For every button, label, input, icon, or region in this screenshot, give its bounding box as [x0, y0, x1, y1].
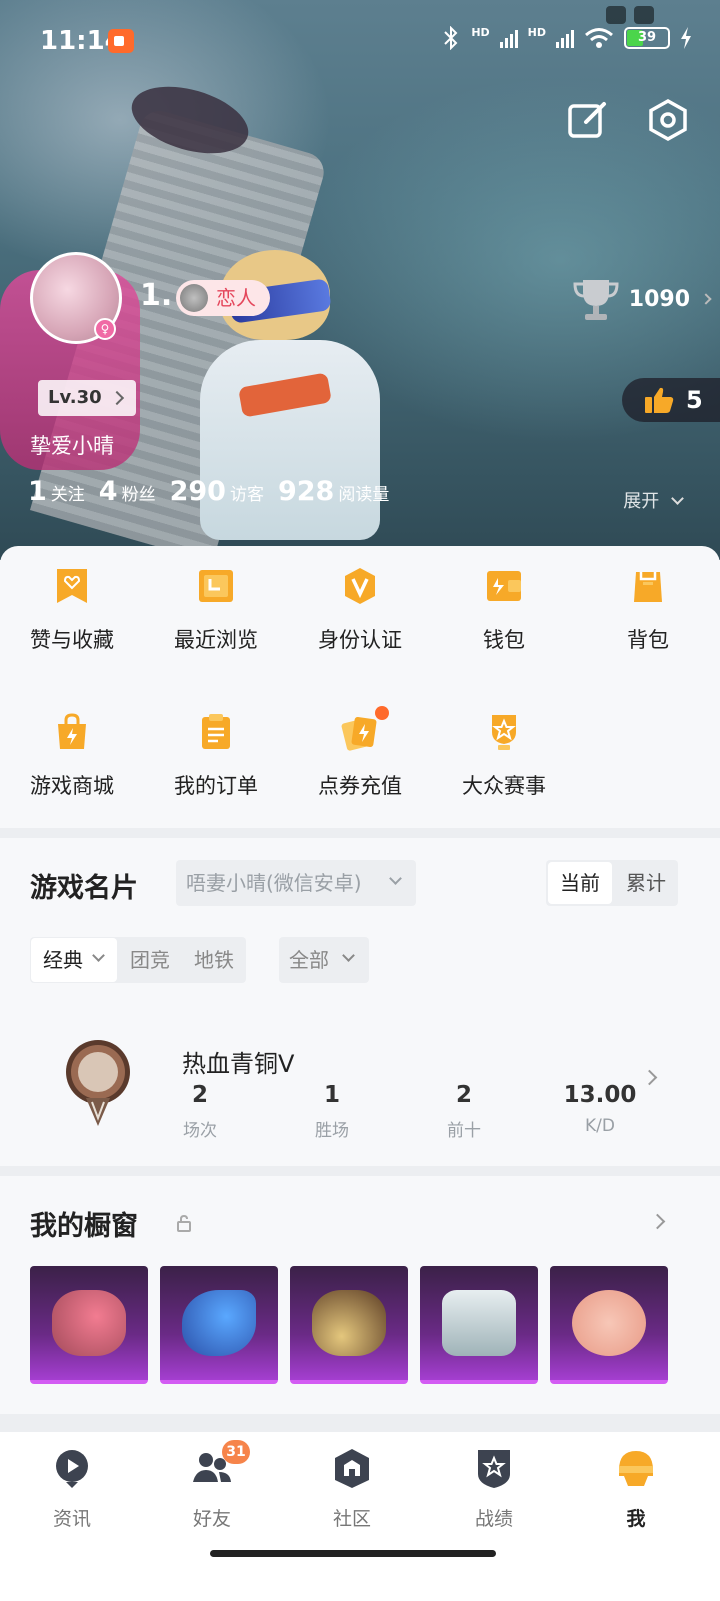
medal-star-icon: [492, 715, 516, 750]
stat-reads[interactable]: 928 阅读量: [278, 476, 389, 507]
status-mini-icons: [606, 6, 654, 24]
grid-coupon-recharge[interactable]: 点券充值: [288, 712, 432, 800]
profile-stats: 1 关注 4 粉丝 290 访客 928 阅读量: [28, 476, 389, 507]
section-divider: [0, 1166, 720, 1176]
nickname: 挚爱小晴: [30, 434, 114, 458]
heart-bookmark-icon: [57, 569, 87, 603]
trophy-score[interactable]: 1090: [571, 276, 712, 322]
record-shield-icon: [478, 1450, 510, 1488]
play-news-icon: [56, 1450, 88, 1488]
stat-top-ten: 2 前十: [447, 1082, 481, 1141]
app-grid-icon: [606, 6, 626, 24]
verified-v-icon: [345, 568, 375, 604]
chevron-down-icon: [342, 949, 355, 962]
showcase-item-blue-headphones[interactable]: [160, 1266, 278, 1384]
stats-period-toggle: 当前 累计: [546, 860, 678, 906]
charging-icon: [681, 27, 691, 49]
stat-kd: 13.00 K/D: [563, 1082, 637, 1136]
nav-news[interactable]: 资讯: [0, 1446, 144, 1531]
expand-button[interactable]: 展开: [623, 487, 684, 513]
backpack-icon: [634, 572, 662, 602]
mode-tab-classic[interactable]: 经典: [31, 938, 117, 982]
wallet-icon: [487, 571, 521, 601]
home-indicator[interactable]: [210, 1550, 496, 1557]
clipboard-icon: [202, 714, 230, 749]
mode-tabs: 经典 团竞 地铁: [30, 937, 246, 983]
chevron-down-icon: [389, 872, 402, 885]
trophy-icon: [573, 280, 619, 320]
nav-friends[interactable]: 好友: [140, 1446, 284, 1531]
stat-visitors[interactable]: 290 访客: [170, 476, 264, 507]
stat-followers[interactable]: 4 粉丝: [99, 476, 156, 507]
me-helmet-icon: [619, 1451, 653, 1486]
thumbs-up-icon: [645, 387, 674, 413]
toggle-current[interactable]: 当前: [548, 862, 612, 904]
toggle-cumulative[interactable]: 累计: [614, 860, 678, 906]
edit-icon[interactable]: [566, 98, 610, 142]
bronze-rank-badge-icon: [66, 1040, 130, 1126]
showcase-item-pink-bow[interactable]: [30, 1266, 148, 1384]
stat-matches: 2 场次: [183, 1082, 217, 1141]
stat-wins: 1 胜场: [315, 1082, 349, 1141]
camera-icon: [634, 6, 654, 24]
bluetooth-icon: [444, 26, 458, 50]
screen-record-icon: [108, 29, 134, 53]
user-number: 1.: [140, 278, 173, 313]
account-selector[interactable]: 唔妻小晴(微信安卓): [176, 860, 416, 906]
friends-badge: 31: [222, 1440, 250, 1464]
nav-records[interactable]: 战绩: [422, 1446, 566, 1531]
chevron-down-icon: [92, 949, 105, 962]
level-badge[interactable]: Lv.30: [38, 380, 136, 416]
showcase-title: 我的橱窗: [30, 1211, 138, 1242]
mode-tab-team[interactable]: 团竞: [118, 937, 182, 983]
female-gender-icon: ♀: [94, 318, 116, 340]
section-divider: [0, 1414, 720, 1432]
showcase-item-white-outfit[interactable]: [420, 1266, 538, 1384]
signal-2-icon: [556, 28, 574, 48]
grid-wallet[interactable]: 钱包: [432, 566, 576, 654]
lover-relationship-tag[interactable]: 恋人: [176, 280, 270, 316]
community-house-icon: [335, 1449, 369, 1488]
rank-name: 热血青铜V: [182, 1050, 295, 1078]
coupon-cards-icon: [341, 716, 377, 751]
battery-indicator: 39: [624, 27, 670, 49]
grid-identity-verification[interactable]: 身份认证: [288, 566, 432, 654]
showcase-item-top-hat[interactable]: [290, 1266, 408, 1384]
grid-backpack[interactable]: 背包: [576, 566, 720, 654]
signal-1-icon: [499, 28, 518, 48]
settings-hexagon-icon[interactable]: [646, 98, 690, 142]
signal-2-label: HD: [527, 26, 546, 39]
grid-game-shop[interactable]: 游戏商城: [0, 712, 144, 800]
stat-following[interactable]: 1 关注: [28, 476, 85, 507]
section-divider: [0, 828, 720, 838]
showcase-item-pig-mask[interactable]: [550, 1266, 668, 1384]
grid-recent-browse[interactable]: 最近浏览: [144, 566, 288, 654]
likes-button[interactable]: 5: [622, 378, 720, 422]
status-bar: 11:14 HD HD 39: [0, 0, 720, 80]
recent-folder-icon: [199, 570, 233, 602]
shop-bag-icon: [58, 713, 86, 749]
game-card-title: 游戏名片: [30, 873, 138, 904]
nav-community[interactable]: 社区: [280, 1446, 424, 1531]
partner-avatar: [180, 284, 208, 312]
new-notification-dot: [375, 706, 389, 720]
grid-likes-favorites[interactable]: 赞与收藏: [0, 566, 144, 654]
filter-selector[interactable]: 全部: [279, 937, 369, 983]
grid-public-events[interactable]: 大众赛事: [432, 712, 576, 800]
signal-1-label: HD: [471, 26, 490, 39]
grid-my-orders[interactable]: 我的订单: [144, 712, 288, 800]
lover-tag-label: 恋人: [216, 286, 256, 310]
mode-tab-metro[interactable]: 地铁: [182, 937, 246, 983]
nav-me[interactable]: 我: [564, 1446, 708, 1531]
wifi-icon: [585, 28, 613, 48]
lock-icon[interactable]: [176, 1214, 192, 1232]
